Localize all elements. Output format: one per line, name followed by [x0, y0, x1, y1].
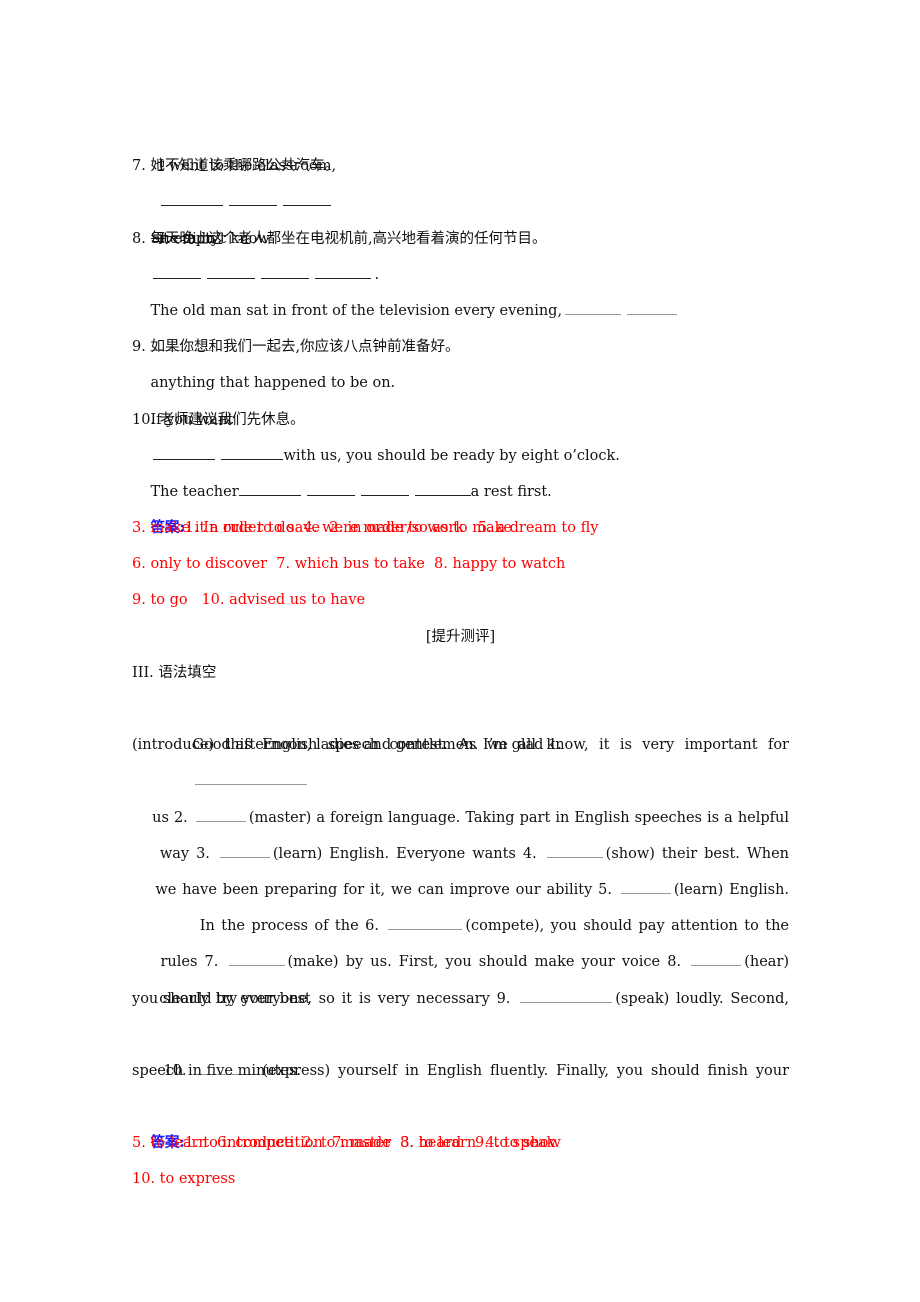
sentence-text: . — [374, 266, 380, 283]
blank — [414, 481, 471, 496]
passage-text: (learn) English. — [673, 881, 790, 898]
blank — [620, 879, 671, 894]
blank — [283, 191, 332, 207]
section-heading: [提升测评] — [425, 628, 496, 645]
blank — [161, 191, 224, 207]
blank — [691, 951, 742, 967]
blank — [546, 843, 603, 858]
sentence-text: anything that happened to be on. — [150, 375, 396, 392]
passage-text: (learn) English. Everyone wants 4. — [272, 845, 537, 862]
passage-text: we have been preparing for it, we can im… — [155, 881, 613, 898]
sentence-text: The old man sat in front of the televisi… — [150, 302, 563, 319]
passage-text: (compete), you should pay attention to t… — [465, 918, 789, 935]
blank — [315, 264, 372, 279]
passage-text: (express) yourself in English fluently. … — [262, 1062, 790, 1079]
blank — [219, 843, 270, 858]
passage-line: Good afternoon, ladies and gentlemen. I’… — [132, 691, 789, 786]
document-page: I went to the classroom, it empty. 7. 她不… — [132, 112, 789, 1198]
q10-chinese: 10. 老师建议我们先休息。 — [132, 411, 305, 428]
sentence-text: with us, you should be ready by eight o’… — [283, 447, 620, 464]
blank — [229, 191, 278, 207]
q6-english: I went to the classroom, it empty. — [132, 112, 789, 246]
blank — [195, 807, 246, 822]
blank — [306, 481, 355, 496]
passage-text: us 2. — [152, 809, 188, 826]
blank — [221, 445, 284, 460]
passage-text: (hear) — [744, 954, 790, 971]
blank — [238, 481, 301, 496]
blank — [520, 988, 613, 1003]
passage-text: (show) their best. When — [605, 845, 790, 862]
blank — [195, 770, 308, 786]
blank — [565, 300, 622, 315]
blank — [153, 445, 216, 460]
section-title: III. 语法填空 — [132, 664, 217, 681]
q8-chinese: 8. 每天晚上这个老人都坐在电视机前,高兴地看着演的任何节目。 — [132, 230, 547, 247]
passage-text: In the process of the 6. — [199, 918, 379, 935]
answer-line: 9. to go 10. advised us to have — [132, 592, 366, 609]
answer-line: 6. only to discover 7. which bus to take… — [132, 556, 566, 573]
blank — [360, 481, 409, 496]
q7-chinese: 7. 她不知道该乘哪路公共汽车。 — [132, 158, 339, 175]
sentence-text: The teacher — [150, 483, 239, 500]
passage-text: (make) by us. First, you should make you… — [287, 954, 682, 971]
blank — [261, 264, 310, 279]
passage-text: way 3. — [159, 845, 210, 862]
answer-line: 10. to express — [132, 1171, 236, 1188]
passage-line: (introduce) this English speech contest.… — [132, 737, 789, 754]
passage-text: (speak) loudly. Second, — [615, 990, 790, 1007]
answer-line: 5. to learn 6. competition 7. made 8. he… — [132, 1135, 556, 1152]
blank — [388, 915, 463, 931]
passage-text: rules 7. — [160, 954, 219, 971]
blank — [153, 264, 202, 279]
sentence-text: a rest first. — [470, 483, 552, 500]
blank — [627, 300, 678, 315]
answer-line: 3. make it a rule to do 4. were made to … — [132, 520, 599, 537]
blank — [228, 951, 285, 967]
blank — [207, 264, 256, 279]
passage-text: (master) a foreign language. Taking part… — [248, 809, 790, 826]
q9-chinese: 9. 如果你想和我们一起去,你应该八点钟前准备好。 — [132, 339, 460, 356]
